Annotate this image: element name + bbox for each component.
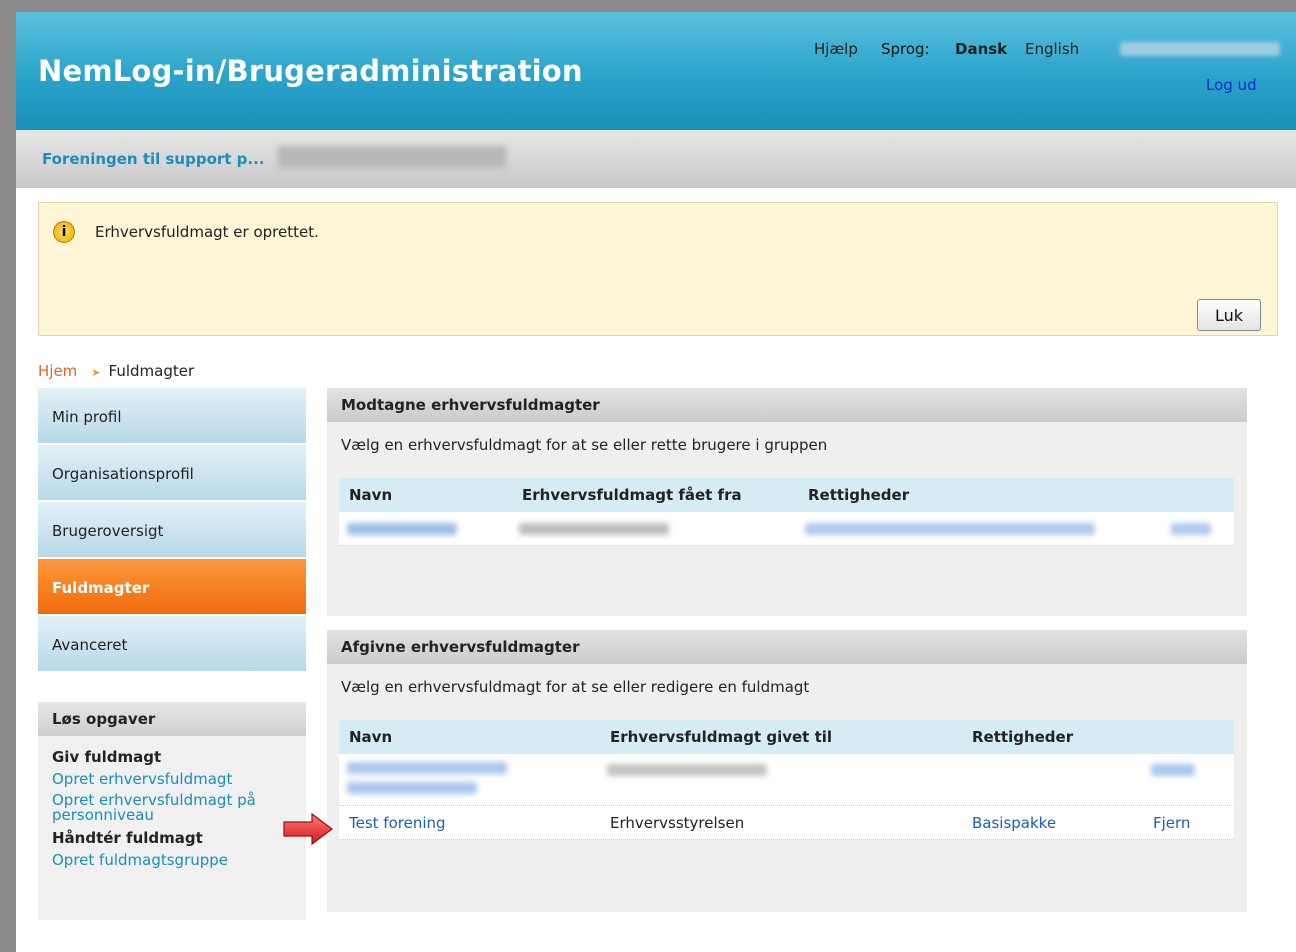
lang-dansk-link[interactable]: Dansk bbox=[955, 40, 1007, 58]
tasks-box: Løs opgaver Giv fuldmagt Opret erhvervsf… bbox=[38, 702, 306, 920]
info-message-box: i Erhvervsfuldmagt er oprettet. Luk bbox=[38, 202, 1278, 336]
blurred-name bbox=[347, 762, 507, 774]
user-name-blurred bbox=[1120, 42, 1280, 56]
given-table: Navn Erhvervsfuldmagt givet til Rettighe… bbox=[339, 720, 1234, 840]
blurred-rights bbox=[805, 523, 1095, 535]
language-label: Sprog: bbox=[881, 40, 930, 58]
row-name-link[interactable]: Test forening bbox=[349, 806, 446, 840]
breadcrumb-separator-icon: ➤ bbox=[91, 366, 101, 379]
col-rights: Rettigheder bbox=[808, 486, 910, 504]
received-panel-title: Modtagne erhvervsfuldmagter bbox=[327, 388, 1247, 422]
sidebar-item-avanceret[interactable]: Avanceret bbox=[38, 616, 306, 671]
received-table-header: Navn Erhvervsfuldmagt fået fra Rettighed… bbox=[339, 478, 1234, 512]
received-panel-desc: Vælg en erhvervsfuldmagt for at se eller… bbox=[341, 436, 828, 454]
blurred-name bbox=[347, 523, 457, 535]
org-id-blurred bbox=[278, 146, 506, 168]
lang-english-link[interactable]: English bbox=[1025, 40, 1079, 58]
organization-bar: Foreningen til support p... bbox=[16, 130, 1296, 188]
col-to: Erhvervsfuldmagt givet til bbox=[610, 728, 833, 746]
sidebar-item-brugeroversigt[interactable]: Brugeroversigt bbox=[38, 502, 306, 557]
given-panel-title: Afgivne erhvervsfuldmagter bbox=[327, 630, 1247, 664]
col-rights: Rettigheder bbox=[972, 728, 1074, 746]
table-row[interactable]: Test forening Erhvervsstyrelsen Basispak… bbox=[339, 806, 1234, 840]
sidebar-item-organisationsprofil[interactable]: Organisationsprofil bbox=[38, 445, 306, 500]
blurred-name-line2 bbox=[347, 782, 477, 794]
col-name: Navn bbox=[349, 486, 393, 504]
breadcrumb: Hjem ➤ Fuldmagter bbox=[38, 362, 194, 380]
received-table: Navn Erhvervsfuldmagt fået fra Rettighed… bbox=[339, 478, 1234, 546]
breadcrumb-current: Fuldmagter bbox=[108, 362, 195, 380]
blurred-from bbox=[519, 523, 669, 535]
logout-link[interactable]: Log ud bbox=[1206, 76, 1257, 94]
app-title: NemLog-in/Brugeradministration bbox=[38, 54, 583, 88]
col-from: Erhvervsfuldmagt fået fra bbox=[522, 486, 742, 504]
create-business-proxy-link[interactable]: Opret erhvervsfuldmagt bbox=[52, 772, 292, 787]
tasks-group-manage: Håndtér fuldmagt bbox=[52, 829, 203, 847]
table-row[interactable] bbox=[339, 754, 1234, 806]
blurred-action bbox=[1171, 523, 1211, 535]
row-given-to: Erhvervsstyrelsen bbox=[610, 814, 745, 832]
red-arrow-icon bbox=[283, 812, 333, 846]
remove-link[interactable]: Fjern bbox=[1153, 806, 1190, 840]
close-button[interactable]: Luk bbox=[1197, 299, 1261, 331]
breadcrumb-home[interactable]: Hjem bbox=[38, 362, 77, 380]
create-personal-proxy-link[interactable]: Opret erhvervsfuldmagt på personniveau bbox=[52, 793, 292, 823]
info-icon: i bbox=[53, 221, 75, 243]
given-panel-desc: Vælg en erhvervsfuldmagt for at se eller… bbox=[341, 678, 810, 696]
table-row[interactable] bbox=[339, 512, 1234, 546]
browser-frame: NemLog-in/Brugeradministration Hjælp Spr… bbox=[16, 12, 1296, 952]
sidebar-item-fuldmagter[interactable]: Fuldmagter bbox=[38, 559, 306, 614]
org-name[interactable]: Foreningen til support p... bbox=[42, 150, 265, 168]
app-header: NemLog-in/Brugeradministration Hjælp Spr… bbox=[16, 12, 1296, 130]
help-link[interactable]: Hjælp bbox=[814, 40, 858, 58]
received-proxies-panel: Modtagne erhvervsfuldmagter Vælg en erhv… bbox=[327, 388, 1247, 616]
given-table-header: Navn Erhvervsfuldmagt givet til Rettighe… bbox=[339, 720, 1234, 754]
given-proxies-panel: Afgivne erhvervsfuldmagter Vælg en erhve… bbox=[327, 630, 1247, 912]
create-proxy-group-link[interactable]: Opret fuldmagtsgruppe bbox=[52, 853, 292, 868]
sidebar-item-min-profil[interactable]: Min profil bbox=[38, 388, 306, 443]
sidebar-nav: Min profil Organisationsprofil Brugerove… bbox=[38, 388, 306, 673]
info-message: Erhvervsfuldmagt er oprettet. bbox=[95, 223, 319, 241]
blurred-action bbox=[1151, 764, 1195, 776]
col-name: Navn bbox=[349, 728, 393, 746]
row-rights-link[interactable]: Basispakke bbox=[972, 806, 1056, 840]
tasks-title: Løs opgaver bbox=[38, 702, 306, 736]
tasks-group-give: Giv fuldmagt bbox=[52, 748, 162, 766]
blurred-to bbox=[607, 764, 767, 776]
